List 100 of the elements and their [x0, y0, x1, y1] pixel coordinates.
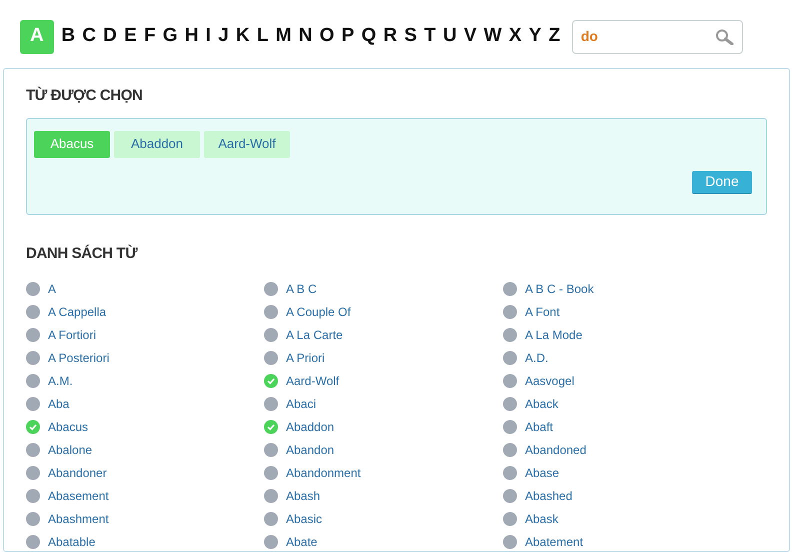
word-label[interactable]: Abandoned: [525, 440, 586, 458]
letter-tab[interactable]: R: [380, 20, 401, 54]
letter-tab[interactable]: H: [181, 20, 202, 54]
checkbox[interactable]: [503, 488, 517, 502]
word-label[interactable]: Abaci: [286, 394, 316, 412]
letter-tab[interactable]: F: [140, 20, 160, 54]
word-label[interactable]: A Priori: [286, 348, 325, 366]
checkbox[interactable]: [26, 534, 40, 548]
word-label[interactable]: A Couple Of: [286, 302, 351, 320]
checkbox[interactable]: [503, 442, 517, 456]
word-chip[interactable]: Abaddon: [114, 130, 200, 158]
word-label[interactable]: Abaddon: [286, 418, 334, 436]
letter-tab[interactable]: W: [480, 20, 506, 54]
word-label[interactable]: Abaft: [525, 418, 554, 436]
checkbox[interactable]: [503, 396, 517, 410]
letter-tab[interactable]: K: [232, 20, 254, 54]
word-label[interactable]: A Posteriori: [48, 348, 110, 366]
checkbox[interactable]: [264, 282, 278, 296]
word-label[interactable]: Abask: [525, 510, 558, 528]
word-label[interactable]: Aback: [525, 394, 558, 412]
checkbox[interactable]: [503, 466, 517, 480]
letter-tab[interactable]: M: [272, 20, 296, 54]
word-label[interactable]: Abasement: [48, 486, 109, 504]
checkbox[interactable]: [503, 534, 517, 548]
checkbox[interactable]: [26, 328, 40, 342]
letter-tab[interactable]: G: [159, 20, 182, 54]
letter-tab[interactable]: Z: [545, 20, 564, 54]
checkbox[interactable]: [26, 466, 40, 480]
checkbox[interactable]: [264, 350, 278, 364]
checkbox[interactable]: [264, 466, 278, 480]
word-label[interactable]: Abashed: [525, 486, 572, 504]
word-label[interactable]: Abandonment: [286, 464, 361, 482]
letter-tab[interactable]: N: [295, 20, 316, 54]
checkbox[interactable]: [26, 350, 40, 364]
checkbox[interactable]: [264, 304, 278, 318]
word-label[interactable]: A.D.: [525, 348, 548, 366]
checkbox[interactable]: [26, 488, 40, 502]
search-field[interactable]: do: [572, 20, 743, 54]
word-label[interactable]: Abandon: [286, 440, 334, 458]
word-label[interactable]: Abasic: [286, 510, 322, 528]
letter-tab[interactable]: V: [460, 20, 480, 54]
letter-tab[interactable]: Y: [525, 20, 546, 54]
search-icon[interactable]: [714, 28, 734, 44]
letter-tab[interactable]: X: [505, 20, 526, 54]
letter-tab[interactable]: L: [253, 20, 272, 54]
checkbox[interactable]: [503, 350, 517, 364]
word-label[interactable]: A Fortiori: [48, 326, 96, 344]
word-label[interactable]: A Font: [525, 302, 560, 320]
word-label[interactable]: A B C - Book: [525, 280, 594, 298]
word-label[interactable]: Aard-Wolf: [286, 372, 340, 390]
checkbox[interactable]: [264, 328, 278, 342]
checkbox[interactable]: [264, 374, 278, 388]
word-label[interactable]: Abash: [286, 486, 320, 504]
checkbox[interactable]: [503, 374, 517, 388]
word-label[interactable]: A La Carte: [286, 326, 343, 344]
word-label[interactable]: A La Mode: [525, 326, 582, 344]
checkbox[interactable]: [503, 420, 517, 434]
letter-tab[interactable]: C: [78, 20, 100, 54]
word-label[interactable]: Abalone: [48, 440, 92, 458]
letter-tab[interactable]: S: [400, 20, 421, 54]
word-label[interactable]: A Cappella: [48, 302, 106, 320]
checkbox[interactable]: [264, 420, 278, 434]
checkbox[interactable]: [26, 512, 40, 526]
checkbox[interactable]: [264, 442, 278, 456]
checkbox[interactable]: [26, 304, 40, 318]
checkbox[interactable]: [503, 328, 517, 342]
word-label[interactable]: Abandoner: [48, 464, 107, 482]
word-label[interactable]: A.M.: [48, 372, 73, 390]
letter-tab[interactable]: I: [202, 20, 215, 54]
checkbox[interactable]: [26, 442, 40, 456]
checkbox[interactable]: [26, 374, 40, 388]
letter-tab[interactable]: Q: [358, 20, 380, 54]
checkbox[interactable]: [264, 488, 278, 502]
letter-tab[interactable]: D: [100, 20, 120, 54]
word-label[interactable]: Aba: [48, 394, 70, 412]
checkbox[interactable]: [26, 420, 40, 434]
checkbox[interactable]: [264, 512, 278, 526]
word-label[interactable]: A B C: [286, 280, 317, 298]
word-label[interactable]: Abate: [286, 532, 318, 550]
letter-tab[interactable]: B: [58, 20, 79, 54]
checkbox[interactable]: [503, 304, 517, 318]
word-label[interactable]: Abacus: [48, 418, 88, 436]
letter-tab[interactable]: U: [439, 20, 460, 54]
word-label[interactable]: Aasvogel: [525, 372, 574, 390]
word-chip[interactable]: Aard-Wolf: [204, 130, 290, 158]
checkbox[interactable]: [26, 282, 40, 296]
letter-tab[interactable]: E: [120, 20, 140, 54]
checkbox[interactable]: [503, 512, 517, 526]
checkbox[interactable]: [26, 396, 40, 410]
letter-tab[interactable]: O: [316, 20, 338, 54]
letter-tab[interactable]: T: [420, 20, 440, 54]
word-label[interactable]: Abatable: [48, 532, 96, 550]
word-label[interactable]: Abase: [525, 464, 560, 482]
word-label[interactable]: Abashment: [48, 510, 109, 528]
checkbox[interactable]: [503, 282, 517, 296]
letter-tab[interactable]: J: [214, 20, 232, 54]
checkbox[interactable]: [264, 534, 278, 548]
letter-tab[interactable]: P: [338, 20, 358, 54]
search-input[interactable]: do: [580, 26, 715, 47]
word-label[interactable]: A: [48, 280, 56, 298]
